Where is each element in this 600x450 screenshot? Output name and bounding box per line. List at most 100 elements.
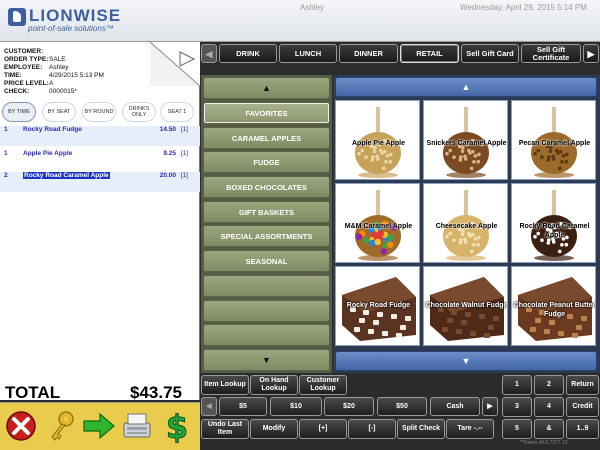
cash-button[interactable]: Cash (430, 397, 480, 416)
on-hand-lookup-button[interactable]: On Hand Lookup (250, 375, 298, 395)
category-boxed-chocolates[interactable]: BOXED CHOCOLATES (203, 176, 330, 198)
product-scroll-up-button[interactable]: ▲ (335, 77, 597, 97)
total-label: TOTAL (5, 383, 61, 402)
dollar-icon[interactable]: $ (160, 409, 194, 443)
register-icon[interactable] (120, 409, 154, 443)
product-name: Cheesecake Apple (435, 223, 498, 230)
product-name: Chocolate Peanut Butter Fudge (513, 302, 596, 318)
arrow-down-icon: ▼ (461, 356, 471, 366)
total-value: $43.75 (130, 383, 182, 402)
version-label: **Demo v8.5.7277.13 (520, 440, 568, 446)
modify-button[interactable]: Modify (250, 419, 298, 439)
customer-lookup-button[interactable]: Customer Lookup (299, 375, 347, 395)
tab-by-seat[interactable]: BY SEAT (42, 102, 76, 122)
product-area: ▲ Apple Pie Apple Snickers Caramel Apple P… (333, 75, 600, 373)
keypad-1-button[interactable]: 1 (502, 375, 532, 395)
category-empty-2[interactable] (203, 300, 330, 322)
product-tile[interactable]: M&M Caramel Apple (335, 183, 420, 263)
keypad-3-button[interactable]: 3 (502, 397, 532, 417)
item-price: 20.00 (159, 172, 176, 179)
field-label: TIME: (4, 72, 22, 79)
tare-button[interactable]: Tare -.-- (446, 419, 494, 439)
return-button[interactable]: Return (566, 375, 599, 395)
order-field-check: CHECK: 0000015* (4, 88, 154, 96)
product-tile[interactable]: Chocolate Peanut Butter Fudge (511, 266, 596, 346)
cash-50-button[interactable]: $50 (377, 397, 427, 416)
category-empty-1[interactable] (203, 275, 330, 297)
category-empty-3[interactable] (203, 324, 330, 346)
field-value: 4/29/2015 5:13 PM (49, 72, 104, 79)
product-tile[interactable]: Rocky Road Fudge (335, 266, 420, 346)
tab-sell-gift-card[interactable]: Sell Gift Card (461, 44, 519, 63)
decrease-qty-button[interactable]: [-] (348, 419, 396, 439)
page-fold-arrow-icon[interactable] (150, 42, 200, 86)
category-scroll-up-button[interactable]: ▲ (203, 77, 330, 99)
field-value: A (49, 80, 54, 87)
product-scroll-down-button[interactable]: ▼ (335, 351, 597, 371)
lionwise-logo-icon (8, 8, 26, 26)
arrow-up-icon: ▲ (461, 82, 471, 92)
item-seat: 1 (4, 150, 8, 157)
list-item[interactable]: 1 Rocky Road Fudge 14.50 [1] (0, 126, 200, 146)
category-fudge[interactable]: FUDGE (203, 151, 330, 173)
cash-scroll-right-button[interactable]: ▶ (482, 397, 498, 416)
order-field-type: ORDER TYPE: SALE (4, 56, 154, 64)
field-value: SALE (49, 56, 66, 63)
tab-sell-gift-certificate[interactable]: Sell Gift Certificate (521, 44, 581, 63)
logo-tagline: point-of-sale solutions™ (28, 24, 114, 33)
product-name: Rocky Road Caramel Apple (519, 223, 590, 239)
svg-text:$: $ (166, 409, 188, 443)
tab-lunch[interactable]: LUNCH (279, 44, 337, 63)
item-name: Rocky Road Fudge (23, 126, 82, 133)
tab-scroll-right-button[interactable]: ▶ (583, 44, 599, 63)
item-lookup-button[interactable]: Item Lookup (201, 375, 249, 395)
cancel-icon[interactable] (4, 409, 38, 443)
tab-drinks-only[interactable]: DRINKS ONLY (122, 102, 156, 122)
cash-20-button[interactable]: $20 (324, 397, 374, 416)
category-favorites[interactable]: FAVORITES (203, 102, 330, 124)
product-tile[interactable]: Snickers Caramel Apple (423, 100, 508, 180)
keypad-2-button[interactable]: 2 (534, 375, 564, 395)
list-item-selected[interactable]: 2 Rocky Road Caramel Apple 20.00 [1] (0, 172, 200, 192)
field-label: EMPLOYEE: (4, 64, 43, 71)
tab-scroll-left-button[interactable]: ◀ (201, 44, 217, 63)
category-caramel-apples[interactable]: CARAMEL APPLES (203, 127, 330, 149)
tab-dinner[interactable]: DINNER (339, 44, 398, 63)
keypad-5-button[interactable]: 5 (502, 419, 532, 439)
arrow-right-icon[interactable] (82, 409, 116, 443)
cash-10-button[interactable]: $10 (270, 397, 322, 416)
cash-scroll-left-button[interactable]: ◀ (201, 397, 217, 416)
tab-seat-1[interactable]: SEAT 1 (160, 102, 194, 122)
chevron-right-icon: ▶ (487, 402, 493, 410)
tab-by-time[interactable]: BY TIME (2, 102, 36, 122)
keypad-and-button[interactable]: & (534, 419, 564, 439)
tab-by-round[interactable]: BY ROUND (82, 102, 116, 122)
product-tile[interactable]: Apple Pie Apple (335, 100, 420, 180)
list-item[interactable]: 1 Apple Pie Apple 9.25 [1] (0, 150, 200, 170)
credit-button[interactable]: Credit (566, 397, 599, 417)
category-gift-baskets[interactable]: GIFT BASKETS (203, 201, 330, 223)
cash-5-button[interactable]: $5 (219, 397, 267, 416)
item-qty: [1] (180, 126, 188, 133)
product-tile[interactable]: Pecan Caramel Apple (511, 100, 596, 180)
product-tile[interactable]: Chocolate Walnut Fudge (423, 266, 508, 346)
order-field-price-level: PRICE LEVEL: A (4, 80, 154, 88)
item-qty: [1] (180, 172, 188, 179)
order-field-time: TIME: 4/29/2015 5:13 PM (4, 72, 154, 80)
chevron-left-icon: ◀ (205, 48, 213, 59)
item-name: Rocky Road Caramel Apple (23, 172, 110, 179)
tab-drink[interactable]: DRINK (219, 44, 277, 63)
undo-last-item-button[interactable]: Undo Last Item (201, 419, 249, 439)
field-label: ORDER TYPE: (4, 56, 49, 63)
keypad-range-button[interactable]: 1..9 (566, 419, 599, 439)
key-icon[interactable] (44, 409, 78, 443)
product-tile[interactable]: Rocky Road Caramel Apple (511, 183, 596, 263)
category-scroll-down-button[interactable]: ▼ (203, 349, 330, 371)
increase-qty-button[interactable]: [+] (299, 419, 347, 439)
category-special-assortments[interactable]: SPECIAL ASSORTMENTS (203, 225, 330, 247)
split-check-button[interactable]: Split Check (397, 419, 445, 439)
keypad-4-button[interactable]: 4 (534, 397, 564, 417)
tab-retail[interactable]: RETAIL (400, 44, 459, 63)
category-seasonal[interactable]: SEASONAL (203, 250, 330, 272)
product-tile[interactable]: Cheesecake Apple (423, 183, 508, 263)
